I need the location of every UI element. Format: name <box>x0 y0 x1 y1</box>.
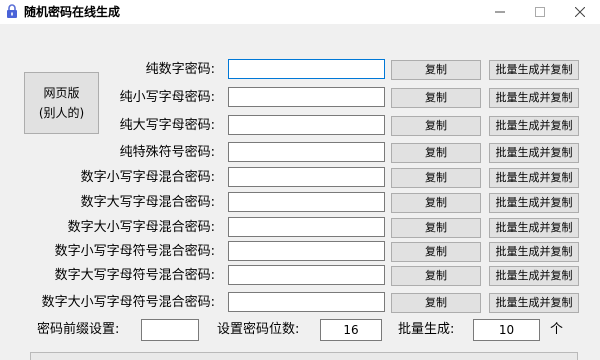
password-output-field[interactable] <box>228 87 385 107</box>
length-label: 设置密码位数: <box>217 322 300 337</box>
minimize-icon <box>495 11 505 13</box>
copy-button[interactable]: 复制 <box>391 293 481 313</box>
batch-count-input[interactable]: 10 <box>473 319 540 341</box>
prefix-label: 密码前缀设置: <box>37 322 120 337</box>
close-button[interactable] <box>560 0 600 24</box>
batch-generate-copy-button[interactable]: 批量生成并复制 <box>489 60 579 80</box>
password-output-field[interactable] <box>228 265 385 285</box>
web-version-button[interactable]: 网页版 (别人的) <box>24 72 99 134</box>
prefix-input[interactable] <box>141 319 199 341</box>
row-label: 数字大写字母混合密码: <box>80 195 215 210</box>
web-version-sublabel: (别人的) <box>38 106 85 120</box>
batch-unit-label: 个 <box>550 322 564 337</box>
row-label: 纯大写字母密码: <box>119 118 215 133</box>
copy-button[interactable]: 复制 <box>391 116 481 136</box>
password-output-field[interactable] <box>228 142 385 162</box>
password-output-field[interactable] <box>228 115 385 135</box>
maximize-icon <box>535 7 545 17</box>
password-output-field[interactable] <box>228 59 385 79</box>
batch-generate-copy-button[interactable]: 批量生成并复制 <box>489 193 579 213</box>
window-title: 随机密码在线生成 <box>24 5 121 19</box>
close-icon <box>575 7 585 17</box>
row-label: 纯特殊符号密码: <box>119 145 215 160</box>
row-label: 数字小写字母符号混合密码: <box>54 244 215 259</box>
password-output-field[interactable] <box>228 192 385 212</box>
batch-generate-copy-button[interactable]: 批量生成并复制 <box>489 242 579 262</box>
row-label: 数字小写字母混合密码: <box>80 170 215 185</box>
copy-button[interactable]: 复制 <box>391 143 481 163</box>
maximize-button[interactable] <box>520 0 560 24</box>
copy-button[interactable]: 复制 <box>391 88 481 108</box>
length-input[interactable]: 16 <box>320 319 382 341</box>
row-label: 纯小写字母密码: <box>119 90 215 105</box>
row-label: 数字大小写字母混合密码: <box>67 220 215 235</box>
lock-icon <box>7 4 17 18</box>
copy-button[interactable]: 复制 <box>391 218 481 238</box>
batch-generate-copy-button[interactable]: 批量生成并复制 <box>489 218 579 238</box>
password-output-field[interactable] <box>228 217 385 237</box>
copy-button[interactable]: 复制 <box>391 60 481 80</box>
row-label: 数字大小写字母符号混合密码: <box>41 295 215 310</box>
password-output-field[interactable] <box>228 241 385 261</box>
copy-button[interactable]: 复制 <box>391 193 481 213</box>
batch-generate-copy-button[interactable]: 批量生成并复制 <box>489 293 579 313</box>
batch-generate-copy-button[interactable]: 批量生成并复制 <box>489 88 579 108</box>
row-label: 数字大写字母符号混合密码: <box>54 268 215 283</box>
batch-generate-copy-button[interactable]: 批量生成并复制 <box>489 116 579 136</box>
batch-generate-copy-button[interactable]: 批量生成并复制 <box>489 143 579 163</box>
title-bar: 随机密码在线生成 <box>0 0 600 24</box>
copy-button[interactable]: 复制 <box>391 266 481 286</box>
password-output-field[interactable] <box>228 292 385 312</box>
batch-generate-copy-button[interactable]: 批量生成并复制 <box>489 266 579 286</box>
copy-button[interactable]: 复制 <box>391 242 481 262</box>
batch-count-label: 批量生成: <box>398 322 455 337</box>
password-output-field[interactable] <box>228 167 385 187</box>
copy-button[interactable]: 复制 <box>391 168 481 188</box>
web-version-label: 网页版 <box>43 86 80 100</box>
row-label: 纯数字密码: <box>145 62 215 77</box>
minimize-button[interactable] <box>480 0 520 24</box>
batch-generate-copy-button[interactable]: 批量生成并复制 <box>489 168 579 188</box>
